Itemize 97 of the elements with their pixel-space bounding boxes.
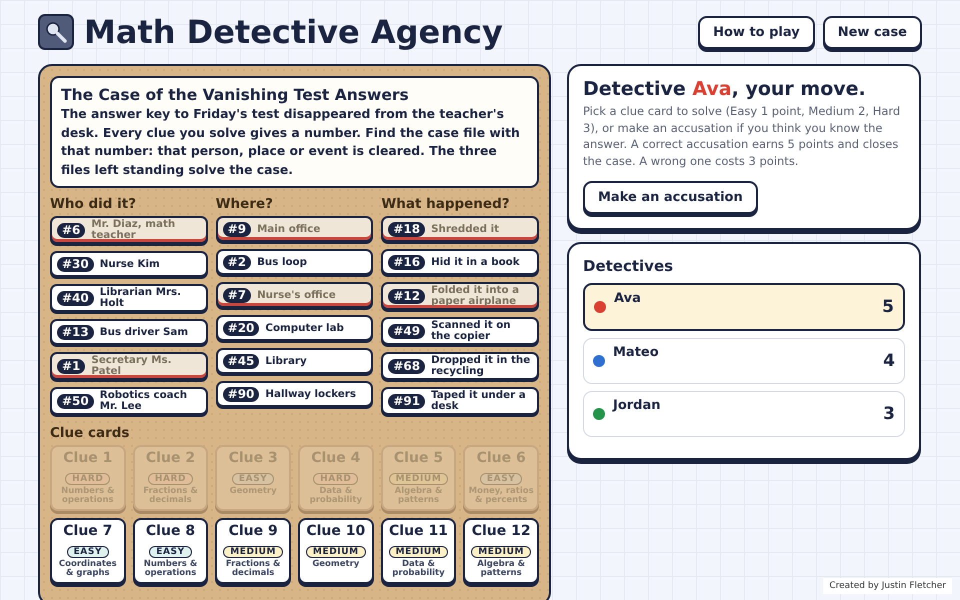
case-file[interactable]: #40 Librarian Mrs. Holt (50, 284, 208, 312)
case-file[interactable]: #20 Computer lab (216, 315, 374, 341)
clue-topic: Coordinates & graphs (58, 560, 118, 578)
difficulty-badge: MEDIUM (306, 546, 366, 558)
column-heading: Who did it? (50, 196, 138, 212)
file-label: Nurse's office (257, 290, 336, 300)
clue-card[interactable]: Clue 10 MEDIUM Geometry (298, 518, 374, 584)
clue-topic: Geometry (311, 560, 360, 569)
file-label: Scanned it on the copier (431, 320, 512, 342)
file-label: Bus loop (257, 256, 308, 268)
clue-title: Clue 12 (470, 523, 532, 539)
file-number: #40 (57, 290, 94, 306)
accusation-button[interactable]: Make an accusation (583, 181, 758, 214)
case-file[interactable]: #12 Folded it into a paper airplane (381, 282, 539, 310)
file-label: Mr. Diaz, math teacher (91, 219, 176, 241)
file-label: Robotics coach Mr. Lee (100, 390, 188, 412)
file-number: #6 (57, 222, 86, 238)
file-number: #45 (222, 354, 260, 368)
file-number: #1 (57, 358, 86, 374)
case-file[interactable]: #90 Hallway lockers (216, 381, 374, 407)
difficulty-badge: MEDIUM (388, 546, 448, 558)
clue-title: Clue 11 (388, 523, 449, 539)
file-number: #9 (222, 222, 252, 236)
file-label: Main office (257, 224, 320, 234)
file-label: Hid it in a book (431, 256, 520, 268)
difficulty-badge: EASY (66, 546, 110, 558)
panel-heading: Detectives (583, 257, 674, 275)
section-heading: Clue cards (50, 425, 130, 441)
clue-topic: Numbers & operations (142, 560, 198, 578)
player-score: 4 (883, 351, 895, 371)
difficulty-badge: MEDIUM (223, 546, 284, 558)
player-name: Ava (614, 291, 641, 306)
file-number: #90 (222, 386, 260, 402)
case-file[interactable]: #9 Main office (216, 216, 374, 242)
file-number: #2 (222, 254, 252, 270)
file-label: Nurse Kim (100, 258, 160, 270)
clue-title: Clue 9 (228, 523, 279, 539)
difficulty-badge: MEDIUM (471, 546, 532, 558)
case-file[interactable]: #91 Taped it under a desk (381, 387, 539, 415)
file-label: Computer lab (265, 322, 344, 334)
file-label: Dropped it in the recycling (431, 355, 532, 377)
clue-card[interactable]: Clue 8 EASY Numbers & operations (132, 518, 208, 584)
clue-title: Clue 8 (144, 523, 196, 539)
app-title: Math Detective Agency (84, 13, 503, 51)
file-number: #68 (388, 358, 426, 374)
file-label: Librarian Mrs. Holt (100, 287, 182, 309)
player-score: 5 (882, 297, 894, 317)
magnifier-icon (38, 14, 74, 50)
file-label: Shredded it (431, 224, 500, 234)
case-description: The answer key to Friday's test disappeared from the teacher's desk. Every clue you solve gives a number. Find the case file with that number: that person, place or event is cleared. The three files left standing solve the case. (61, 105, 521, 179)
difficulty-badge: EASY (149, 546, 192, 558)
case-file[interactable]: #49 Scanned it on the copier (381, 317, 539, 345)
clue-title: Clue 10 (305, 523, 366, 539)
file-number: #49 (388, 324, 426, 338)
turn-instructions: Pick a clue card to solve (Easy 1 point, Medium 2, Hard 3), or make an accusation if you think you know the answer. A correct accusation earns 5 points and closes the case. A wrong one costs 3 points. (583, 103, 902, 169)
clue-topic: Fractions & decimals (224, 560, 282, 578)
column-heading: Where? (216, 196, 274, 212)
case-file[interactable]: #16 Hid it in a book (381, 249, 539, 275)
clue-card[interactable]: Clue 7 EASY Coordinates & graphs (50, 518, 126, 584)
player-name: Mateo (613, 345, 659, 360)
file-label: Bus driver Sam (100, 326, 188, 338)
player-score: 3 (883, 404, 895, 424)
case-title: The Case of the Vanishing Test Answers (61, 86, 410, 104)
file-number: #12 (388, 288, 426, 304)
file-number: #7 (222, 288, 252, 302)
case-file[interactable]: #7 Nurse's office (216, 282, 374, 308)
clue-topic: Data & probability (391, 560, 446, 578)
file-label: Hallway lockers (265, 388, 356, 400)
case-file[interactable]: #45 Library (216, 348, 374, 374)
file-label: Library (265, 356, 307, 366)
file-number: #20 (222, 320, 260, 336)
clue-card[interactable]: Clue 11 MEDIUM Data & probability (380, 518, 456, 584)
case-file[interactable]: #68 Dropped it in the recycling (381, 352, 539, 380)
turn-heading: Detective Ava, your move. (583, 78, 867, 100)
clue-card[interactable]: Clue 9 MEDIUM Fractions & decimals (215, 518, 291, 584)
case-file[interactable]: #6 Mr. Diaz, math teacher (50, 216, 208, 244)
file-number: #13 (57, 324, 94, 340)
player-name: Jordan (613, 398, 661, 413)
case-file[interactable]: #13 Bus driver Sam (50, 319, 208, 345)
clue-card[interactable]: Clue 12 MEDIUM Algebra & patterns (463, 518, 539, 584)
file-label: Folded it into a paper airplane (431, 285, 520, 307)
file-number: #18 (388, 222, 426, 236)
case-file[interactable]: #18 Shredded it (381, 216, 539, 242)
case-file[interactable]: #50 Robotics coach Mr. Lee (50, 387, 208, 415)
clue-title: Clue 7 (62, 523, 114, 539)
case-file[interactable]: #30 Nurse Kim (50, 251, 208, 277)
file-number: #91 (388, 394, 426, 408)
case-file[interactable]: #1 Secretary Ms. Patel (50, 352, 208, 380)
file-number: #50 (57, 394, 94, 408)
case-file[interactable]: #2 Bus loop (216, 249, 374, 275)
column-heading: What happened? (381, 196, 511, 212)
file-label: Taped it under a desk (431, 390, 527, 412)
file-number: #30 (57, 256, 94, 272)
clue-topic: Algebra & patterns (476, 560, 526, 578)
credit-text: Created by Justin Fletcher (823, 578, 952, 594)
file-label: Secretary Ms. Patel (91, 355, 173, 377)
file-number: #16 (388, 254, 426, 270)
